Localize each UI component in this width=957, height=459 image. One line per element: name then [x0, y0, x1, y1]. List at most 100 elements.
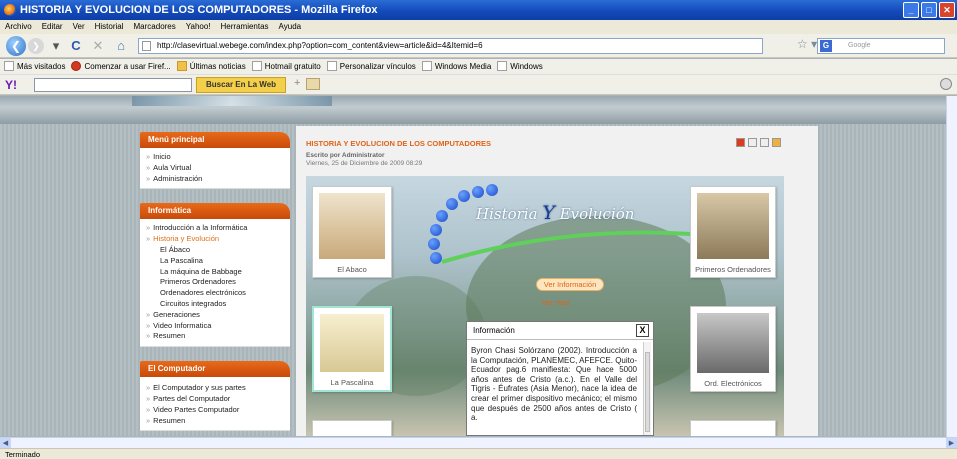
- maximize-button[interactable]: □: [921, 2, 937, 18]
- yahoo-toolbar: Y! Buscar En La Web +: [0, 75, 957, 95]
- url-bar[interactable]: http://clasevirtual.webege.com/index.php…: [138, 38, 763, 54]
- popup-header: Información X: [467, 322, 653, 340]
- bookmark-windows-media[interactable]: Windows Media: [421, 59, 491, 74]
- ver-informacion-button[interactable]: Ver Información: [536, 278, 604, 291]
- menu-archivo[interactable]: Archivo: [5, 20, 32, 34]
- yahoo-search-button[interactable]: Buscar En La Web: [196, 77, 286, 93]
- bookmark-star-icon[interactable]: ☆ ▾: [797, 37, 817, 51]
- popup-scroll-thumb[interactable]: [645, 352, 650, 432]
- page-icon: [326, 61, 337, 71]
- menu-item-aula-virtual[interactable]: » Aula Virtual: [146, 163, 286, 174]
- logo-dot: [472, 186, 484, 198]
- submenu-item-ordenadores-electronicos[interactable]: Ordenadores electrónicos: [146, 288, 286, 299]
- ver-mas-link[interactable]: Ver más: [542, 298, 570, 307]
- menu-ver[interactable]: Ver: [73, 20, 85, 34]
- article-author: Escrito por Administrator: [306, 152, 385, 159]
- minimize-button[interactable]: _: [903, 2, 919, 18]
- yahoo-logo[interactable]: Y!: [5, 78, 17, 92]
- el-computador-list: » El Computador y sus partes » Partes del …: [140, 377, 290, 432]
- vertical-scrollbar[interactable]: [946, 96, 957, 437]
- card-caption: Ord. Electrónicos: [704, 379, 762, 388]
- popup-scrollbar[interactable]: [643, 342, 651, 435]
- card-el-abaco[interactable]: El Abaco: [312, 186, 392, 278]
- bookmark-mas-visitados[interactable]: Más visitados: [4, 59, 65, 74]
- popup-body-text: Byron Chasi Solórzano (2002). Introducci…: [471, 346, 637, 423]
- card-partial[interactable]: [312, 420, 392, 436]
- logo-dot: [428, 238, 440, 250]
- abacus-image: [319, 193, 385, 259]
- bookmarks-toolbar: Más visitados Comenzar a usar Firef... Ú…: [0, 59, 957, 75]
- menu-herramientas[interactable]: Herramientas: [221, 20, 269, 34]
- stop-icon[interactable]: ✕: [90, 37, 106, 55]
- mail-icon[interactable]: [306, 78, 320, 90]
- menu-item-video-partes[interactable]: » Video Partes Computador: [146, 405, 286, 416]
- pdf-icon[interactable]: [736, 138, 745, 147]
- search-placeholder: Google: [848, 42, 871, 49]
- submenu-item-pascalina[interactable]: La Pascalina: [146, 256, 286, 267]
- settings-icon[interactable]: [940, 78, 952, 90]
- yahoo-search-input[interactable]: [34, 78, 192, 92]
- menu-historial[interactable]: Historial: [95, 20, 124, 34]
- menu-item-introduccion[interactable]: » Introducción a la Informática: [146, 223, 286, 234]
- submenu-item-primeros-ordenadores[interactable]: Primeros Ordenadores: [146, 277, 286, 288]
- menu-item-resumen[interactable]: » Resumen: [146, 331, 286, 342]
- site-header: [0, 96, 946, 124]
- close-button[interactable]: ✕: [939, 2, 955, 18]
- menu-item-generaciones[interactable]: » Generaciones: [146, 310, 286, 321]
- menu-item-partes-computador[interactable]: » Partes del Computador: [146, 394, 286, 405]
- firefox-bookmark-icon: [71, 61, 82, 71]
- pascalina-image: [320, 314, 384, 372]
- bookmark-ultimas-noticias[interactable]: Últimas noticias: [176, 59, 246, 74]
- page-icon: [497, 61, 508, 71]
- logo-dot: [446, 198, 458, 210]
- menu-item-computador-partes[interactable]: » El Computador y sus partes: [146, 383, 286, 394]
- article-title[interactable]: HISTORIA Y EVOLUCION DE LOS COMPUTADORES: [306, 139, 491, 148]
- menu-item-video-informatica[interactable]: » Video Informatica: [146, 321, 286, 332]
- bookmark-hotmail[interactable]: Hotmail gratuito: [251, 59, 321, 74]
- horizontal-scrollbar[interactable]: ◀ ▶: [0, 437, 957, 449]
- email-icon[interactable]: [760, 138, 769, 147]
- page-content: Menú principal » Inicio » Aula Virtual » Ad…: [0, 96, 946, 436]
- logo-dot: [486, 184, 498, 196]
- card-partial[interactable]: [690, 420, 776, 436]
- submenu-item-abaco[interactable]: El Ábaco: [146, 245, 286, 256]
- bookmark-comenzar[interactable]: Comenzar a usar Firef...: [71, 59, 171, 74]
- card-primeros-ordenadores[interactable]: Primeros Ordenadores: [690, 186, 776, 278]
- informatica-list: » Introducción a la Informática » Historia…: [140, 219, 290, 348]
- information-popup: Información X Byron Chasi Solórzano (200…: [466, 321, 654, 436]
- card-caption: Primeros Ordenadores: [695, 265, 771, 274]
- forward-button[interactable]: ❯: [28, 38, 44, 54]
- navigation-toolbar: ❮ ❯ ▾ C ✕ ⌂ http://clasevirtual.webege.c…: [0, 34, 957, 58]
- menu-item-historia[interactable]: » Historia y Evolución: [146, 234, 286, 245]
- edit-icon[interactable]: [772, 138, 781, 147]
- bookmark-personalizar[interactable]: Personalizar vínculos: [326, 59, 416, 74]
- menu-bar: Archivo Editar Ver Historial Marcadores …: [0, 20, 957, 34]
- menu-item-administracion[interactable]: » Administración: [146, 174, 286, 185]
- popup-close-button[interactable]: X: [636, 324, 649, 337]
- menu-ayuda[interactable]: Ayuda: [279, 20, 302, 34]
- search-input[interactable]: G Google: [817, 38, 945, 54]
- menu-marcadores[interactable]: Marcadores: [134, 20, 176, 34]
- home-icon[interactable]: ⌂: [112, 37, 130, 55]
- history-dropdown-icon[interactable]: ▾: [50, 37, 62, 55]
- submenu-item-circuitos[interactable]: Circuitos integrados: [146, 299, 286, 310]
- window-title: HISTORIA Y EVOLUCION DE LOS COMPUTADORES…: [20, 4, 378, 16]
- submenu-item-babbage[interactable]: La máquina de Babbage: [146, 267, 286, 278]
- card-caption: El Abaco: [337, 265, 367, 274]
- page-icon: [142, 41, 151, 51]
- back-button[interactable]: ❮: [6, 36, 26, 56]
- print-icon[interactable]: [748, 138, 757, 147]
- add-icon[interactable]: +: [294, 77, 300, 89]
- menu-editar[interactable]: Editar: [42, 20, 63, 34]
- reload-icon[interactable]: C: [68, 37, 84, 55]
- card-la-pascalina[interactable]: La Pascalina: [312, 306, 392, 392]
- card-ord-electronicos[interactable]: Ord. Electrónicos: [690, 306, 776, 392]
- history-scene: Historia Y Evolución El Abaco La Pascali…: [306, 176, 784, 436]
- google-icon: G: [820, 40, 832, 52]
- menu-item-resumen-computador[interactable]: » Resumen: [146, 416, 286, 427]
- menu-item-inicio[interactable]: » Inicio: [146, 152, 286, 163]
- bookmark-windows[interactable]: Windows: [497, 59, 543, 74]
- menu-yahoo[interactable]: Yahoo!: [186, 20, 211, 34]
- logo-swoosh: [442, 230, 691, 264]
- page-icon: [421, 61, 432, 71]
